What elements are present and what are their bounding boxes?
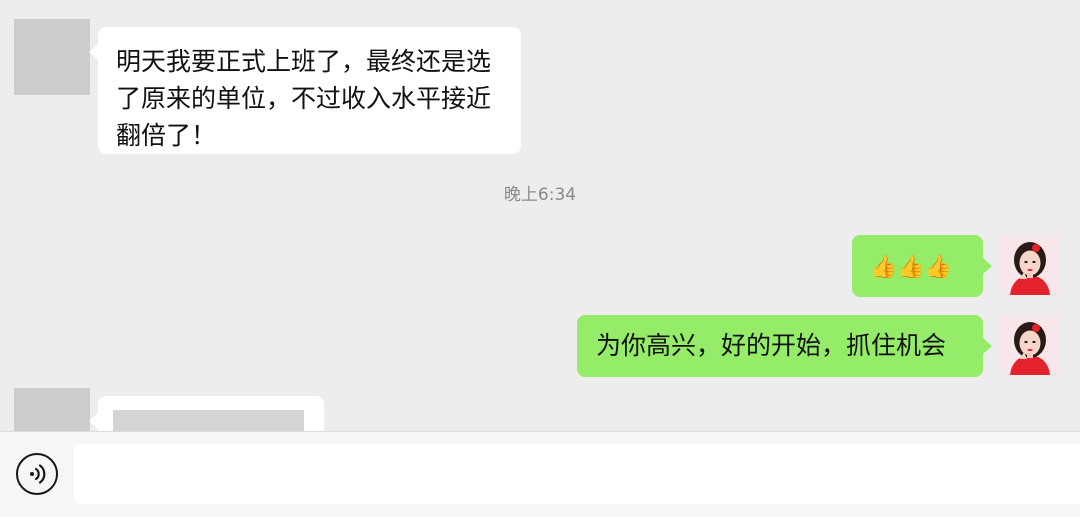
self-avatar[interactable] bbox=[1000, 315, 1060, 375]
contact-avatar[interactable] bbox=[14, 388, 90, 431]
message-timestamp: 晚上6:34 bbox=[503, 185, 577, 205]
outgoing-message-bubble[interactable]: 为你高兴，好的开始，抓住机会 bbox=[577, 315, 983, 377]
thumbs-up-icon: 👍 bbox=[870, 255, 898, 280]
self-avatar[interactable] bbox=[1000, 235, 1060, 295]
thumbs-up-icon: 👍 bbox=[897, 255, 925, 280]
message-line: 了原来的单位，不过收入水平接近 bbox=[116, 84, 492, 113]
message-text-input[interactable] bbox=[74, 444, 1080, 504]
profile-photo-icon bbox=[1000, 315, 1060, 375]
message-line: 翻倍了！ bbox=[116, 121, 217, 150]
bubble-tail bbox=[983, 258, 992, 274]
message-text: 为你高兴，好的开始，抓住机会 bbox=[596, 331, 947, 360]
chat-message-list[interactable]: 明天我要正式上班了，最终还是选 了原来的单位，不过收入水平接近 翻倍了！ 晚上6… bbox=[0, 0, 1080, 431]
bubble-tail bbox=[89, 413, 98, 429]
incoming-message-bubble[interactable] bbox=[98, 396, 324, 431]
thumbs-up-icon: 👍 bbox=[924, 255, 953, 280]
contact-avatar[interactable] bbox=[14, 19, 90, 95]
incoming-message-bubble[interactable]: 明天我要正式上班了，最终还是选 了原来的单位，不过收入水平接近 翻倍了！ bbox=[98, 27, 521, 154]
profile-photo-icon bbox=[1000, 235, 1060, 295]
voice-input-button[interactable] bbox=[16, 453, 58, 495]
outgoing-message-bubble[interactable]: 👍👍👍 bbox=[852, 235, 983, 297]
voice-input-icon bbox=[30, 464, 46, 484]
bubble-tail bbox=[983, 338, 992, 354]
message-input-bar bbox=[0, 431, 1080, 517]
message-line: 明天我要正式上班了，最终还是选 bbox=[116, 47, 492, 76]
bubble-tail bbox=[89, 44, 98, 60]
redacted-text bbox=[113, 410, 304, 431]
